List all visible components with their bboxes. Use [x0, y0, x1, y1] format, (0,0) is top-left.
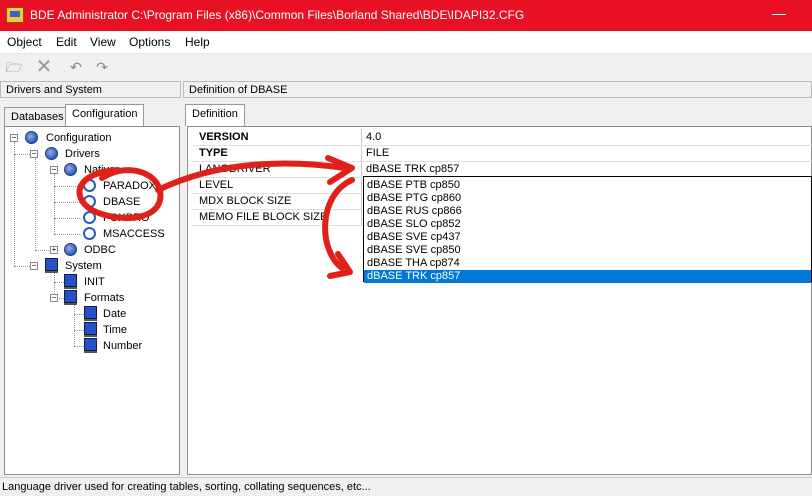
driver-icon — [83, 227, 96, 240]
dropdown-option[interactable]: dBASE RUS cp866 — [364, 205, 811, 218]
app-icon — [6, 7, 24, 23]
undo-icon[interactable]: ↶ — [66, 58, 86, 76]
menu-view[interactable]: View — [90, 35, 116, 49]
tree-item-msaccess[interactable]: MSACCESS — [103, 228, 165, 240]
driver-icon — [83, 179, 96, 192]
status-bar: Language driver used for creating tables… — [0, 477, 812, 496]
tab-definition[interactable]: Definition — [185, 104, 245, 126]
dropdown-option[interactable]: dBASE PTB cp850 — [364, 179, 811, 192]
left-panel-header: Drivers and System — [0, 81, 181, 98]
computer-icon — [84, 306, 97, 321]
menu-object[interactable]: Object — [7, 35, 42, 49]
prop-name-version: VERSION — [199, 131, 249, 143]
tab-configuration[interactable]: Configuration — [65, 104, 145, 126]
menu-options[interactable]: Options — [129, 35, 170, 49]
dropdown-option[interactable]: dBASE SLO cp852 — [364, 218, 811, 231]
delete-icon[interactable]: ✕ — [34, 57, 54, 77]
expand-formats[interactable]: − — [50, 294, 58, 302]
menu-bar: Object Edit View Options Help — [0, 31, 812, 54]
dropdown-option-selected[interactable]: dBASE TRK cp857 — [364, 270, 811, 283]
dropdown-option[interactable]: dBASE SVE cp437 — [364, 231, 811, 244]
redo-icon[interactable]: ↷ — [92, 58, 112, 76]
tree-item-time[interactable]: Time — [103, 324, 127, 336]
dropdown-option[interactable]: dBASE SVE cp850 — [364, 244, 811, 257]
tree-item-configuration[interactable]: Configuration — [46, 132, 111, 144]
expand-configuration[interactable]: − — [10, 134, 18, 142]
database-icon — [64, 243, 77, 256]
driver-icon — [83, 211, 96, 224]
tree-item-number[interactable]: Number — [103, 340, 142, 352]
computer-icon — [64, 274, 77, 289]
right-panel-header: Definition of DBASE — [183, 81, 812, 98]
computer-icon — [45, 258, 58, 273]
tree-item-paradox[interactable]: PARADOX — [103, 180, 156, 192]
status-text: Language driver used for creating tables… — [2, 481, 371, 493]
open-icon[interactable]: 🗁 — [4, 58, 24, 76]
menu-help[interactable]: Help — [185, 35, 210, 49]
dropdown-option[interactable]: dBASE PTG cp860 — [364, 192, 811, 205]
driver-icon — [83, 195, 96, 208]
langdriver-select[interactable]: dBASE TRK cp857 — [366, 163, 459, 175]
tree-item-native[interactable]: Native — [84, 164, 115, 176]
tree-item-system[interactable]: System — [65, 260, 102, 272]
prop-name-mdx-block-size: MDX BLOCK SIZE — [199, 195, 292, 207]
prop-name-type: TYPE — [199, 147, 228, 159]
tree-item-odbc[interactable]: ODBC — [84, 244, 116, 256]
tree-item-dbase[interactable]: DBASE — [103, 196, 140, 208]
database-icon — [64, 163, 77, 176]
tab-databases[interactable]: Databases — [4, 107, 71, 126]
toolbar: 🗁 ✕ ↶ ↷ — [0, 54, 812, 80]
tree-item-formats[interactable]: Formats — [84, 292, 124, 304]
prop-name-level: LEVEL — [199, 179, 234, 191]
prop-name-memo-file-block-size: MEMO FILE BLOCK SIZE — [199, 211, 328, 223]
prop-name-langdriver: LANGDRIVER — [199, 163, 271, 175]
expand-system[interactable]: − — [30, 262, 38, 270]
expand-drivers[interactable]: − — [30, 150, 38, 158]
tree-item-drivers[interactable]: Drivers — [65, 148, 100, 160]
prop-value-version[interactable]: 4.0 — [366, 131, 381, 143]
expand-odbc[interactable]: + — [50, 246, 58, 254]
computer-icon — [84, 338, 97, 353]
tree-item-foxpro[interactable]: FOXPRO — [103, 212, 149, 224]
minimize-button[interactable]: — — [770, 6, 788, 24]
dropdown-option[interactable]: dBASE THA cp874 — [364, 257, 811, 270]
window-title: BDE Administrator C:\Program Files (x86)… — [30, 8, 525, 22]
database-icon — [25, 131, 38, 144]
tree-item-init[interactable]: INIT — [84, 276, 105, 288]
menu-edit[interactable]: Edit — [56, 35, 77, 49]
prop-value-type[interactable]: FILE — [366, 147, 389, 159]
computer-icon — [84, 322, 97, 337]
database-icon — [45, 147, 58, 160]
title-bar: BDE Administrator C:\Program Files (x86)… — [0, 0, 812, 31]
tree-item-date[interactable]: Date — [103, 308, 126, 320]
langdriver-dropdown[interactable]: dBASE PTB cp850 dBASE PTG cp860 dBASE RU… — [363, 176, 812, 283]
computer-icon — [64, 290, 77, 305]
expand-native[interactable]: − — [50, 166, 58, 174]
